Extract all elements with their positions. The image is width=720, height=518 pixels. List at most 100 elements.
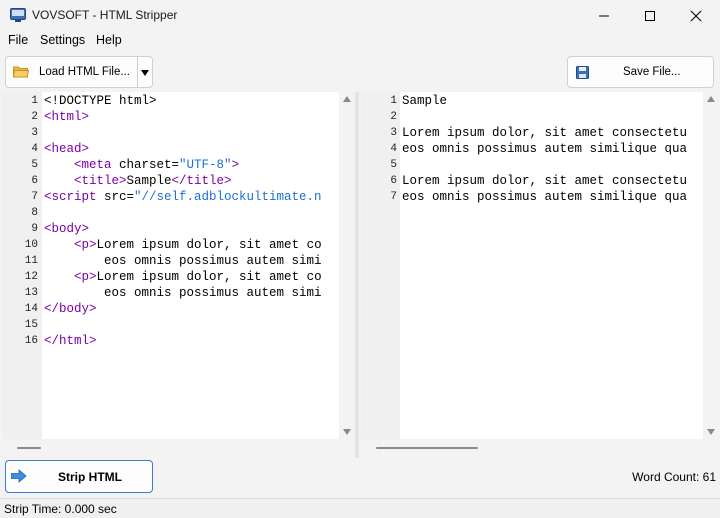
code-token: <html>	[44, 110, 90, 124]
line-number: 14	[24, 303, 38, 315]
code-line: <meta charset="UTF-8">	[44, 157, 239, 173]
line-number: 6	[390, 175, 397, 187]
line-number: 5	[31, 159, 38, 171]
line-number: 3	[31, 127, 38, 139]
menu-settings[interactable]: Settings	[40, 33, 85, 47]
line-number: 2	[390, 111, 397, 123]
code-line: eos omnis possimus autem simi	[44, 285, 322, 301]
line-number: 13	[24, 287, 38, 299]
line-number: 5	[390, 159, 397, 171]
code-line: <title>Sample</title>	[44, 173, 232, 189]
text-line: Lorem ipsum dolor, sit amet consectetu	[402, 174, 688, 188]
toolbar: Load HTML File... Save File...	[0, 51, 720, 91]
strip-time-status: Strip Time: 0.000 sec	[4, 502, 117, 516]
code-token: <p>	[74, 270, 97, 284]
line-number: 16	[24, 335, 38, 347]
horizontal-scrollbar[interactable]	[2, 439, 354, 457]
window-title: VOVSOFT - HTML Stripper	[32, 8, 178, 22]
line-number: 1	[31, 95, 38, 107]
scroll-down-icon[interactable]	[343, 429, 351, 435]
line-number: 2	[31, 111, 38, 123]
text-line: Lorem ipsum dolor, sit amet consectetu	[402, 126, 688, 140]
code-token: Lorem ipsum dolor, sit amet co	[96, 238, 322, 252]
scroll-thumb[interactable]	[17, 447, 41, 449]
code-token: src=	[96, 190, 135, 204]
app-icon	[10, 8, 26, 22]
line-number: 3	[390, 127, 397, 139]
line-number: 4	[31, 143, 38, 155]
code-line: </body>	[44, 301, 97, 317]
code-token: "//self.adblockultimate.n	[134, 190, 322, 204]
chevron-down-icon	[141, 65, 149, 79]
code-token: charset=	[111, 158, 180, 172]
save-file-label: Save File...	[623, 66, 681, 78]
scroll-down-icon[interactable]	[707, 429, 715, 435]
scroll-up-icon[interactable]	[343, 96, 351, 102]
line-number: 6	[31, 175, 38, 187]
maximize-button[interactable]	[627, 0, 673, 31]
line-number: 12	[24, 271, 38, 283]
line-number: 7	[390, 191, 397, 203]
code-line: <body>	[44, 221, 89, 237]
close-button[interactable]	[673, 0, 719, 31]
code-token: </html>	[44, 334, 97, 348]
text-line: eos omnis possimus autem similique qua	[402, 142, 688, 156]
word-count: Word Count: 61	[632, 470, 716, 484]
code-token: <head>	[44, 142, 90, 156]
scroll-thumb[interactable]	[376, 447, 478, 449]
code-line: <head>	[44, 141, 89, 157]
code-token: <!DOCTYPE html>	[44, 94, 157, 108]
code-token: Lorem ipsum dolor, sit amet co	[96, 270, 322, 284]
load-html-file-label: Load HTML File...	[39, 66, 130, 78]
strip-html-label: Strip HTML	[58, 470, 122, 484]
code-token: Sample	[126, 174, 172, 188]
menu-help[interactable]: Help	[96, 33, 122, 47]
line-number: 15	[24, 319, 38, 331]
code-token: "UTF-8"	[179, 158, 232, 172]
code-line: </html>	[44, 333, 97, 349]
save-file-button[interactable]: Save File...	[567, 56, 714, 88]
menu-bar: File Settings Help	[0, 31, 720, 51]
code-token: eos omnis possimus autem simi	[44, 286, 322, 300]
code-token: eos omnis possimus autem simi	[44, 254, 322, 268]
code-token: <body>	[44, 222, 90, 236]
code-token: <title>	[74, 174, 127, 188]
pane-splitter[interactable]	[355, 92, 359, 458]
load-dropdown-button[interactable]	[137, 56, 153, 88]
vertical-scrollbar[interactable]	[339, 92, 354, 439]
html-source-editor[interactable]: 1 <!DOCTYPE html> 2 <html> 3 4 <head> 5 <meta c…	[2, 92, 354, 439]
strip-html-button[interactable]: Strip HTML	[5, 460, 153, 493]
line-number: 7	[31, 191, 38, 203]
vertical-scrollbar[interactable]	[703, 92, 718, 439]
code-token: >	[231, 158, 240, 172]
status-bar: Strip Time: 0.000 sec	[0, 498, 720, 518]
line-number: 8	[31, 207, 38, 219]
code-line: <p>Lorem ipsum dolor, sit amet co	[44, 269, 322, 285]
line-number: 10	[24, 239, 38, 251]
minimize-button[interactable]	[581, 0, 627, 31]
code-token: </body>	[44, 302, 97, 316]
stripped-text-editor[interactable]: 1 Sample 2 3 Lorem ipsum dolor, sit amet con…	[361, 92, 718, 439]
code-line: <script src="//self.adblockultimate.n	[44, 189, 322, 205]
code-token: <meta	[74, 158, 112, 172]
folder-icon	[12, 65, 30, 81]
text-line: Sample	[402, 94, 448, 108]
code-line: <p>Lorem ipsum dolor, sit amet co	[44, 237, 322, 253]
code-token: <script	[44, 190, 97, 204]
code-token: </title>	[171, 174, 232, 188]
line-number: 4	[390, 143, 397, 155]
horizontal-scrollbar[interactable]	[361, 439, 718, 457]
line-number: 9	[31, 223, 38, 235]
text-line: eos omnis possimus autem similique qua	[402, 190, 688, 204]
scroll-up-icon[interactable]	[707, 96, 715, 102]
line-number: 1	[390, 95, 397, 107]
line-number: 11	[24, 255, 38, 267]
arrow-right-icon	[10, 469, 27, 486]
code-token: <p>	[74, 238, 97, 252]
menu-file[interactable]: File	[8, 33, 28, 47]
code-line: eos omnis possimus autem simi	[44, 253, 322, 269]
load-html-file-button[interactable]: Load HTML File...	[5, 56, 139, 88]
